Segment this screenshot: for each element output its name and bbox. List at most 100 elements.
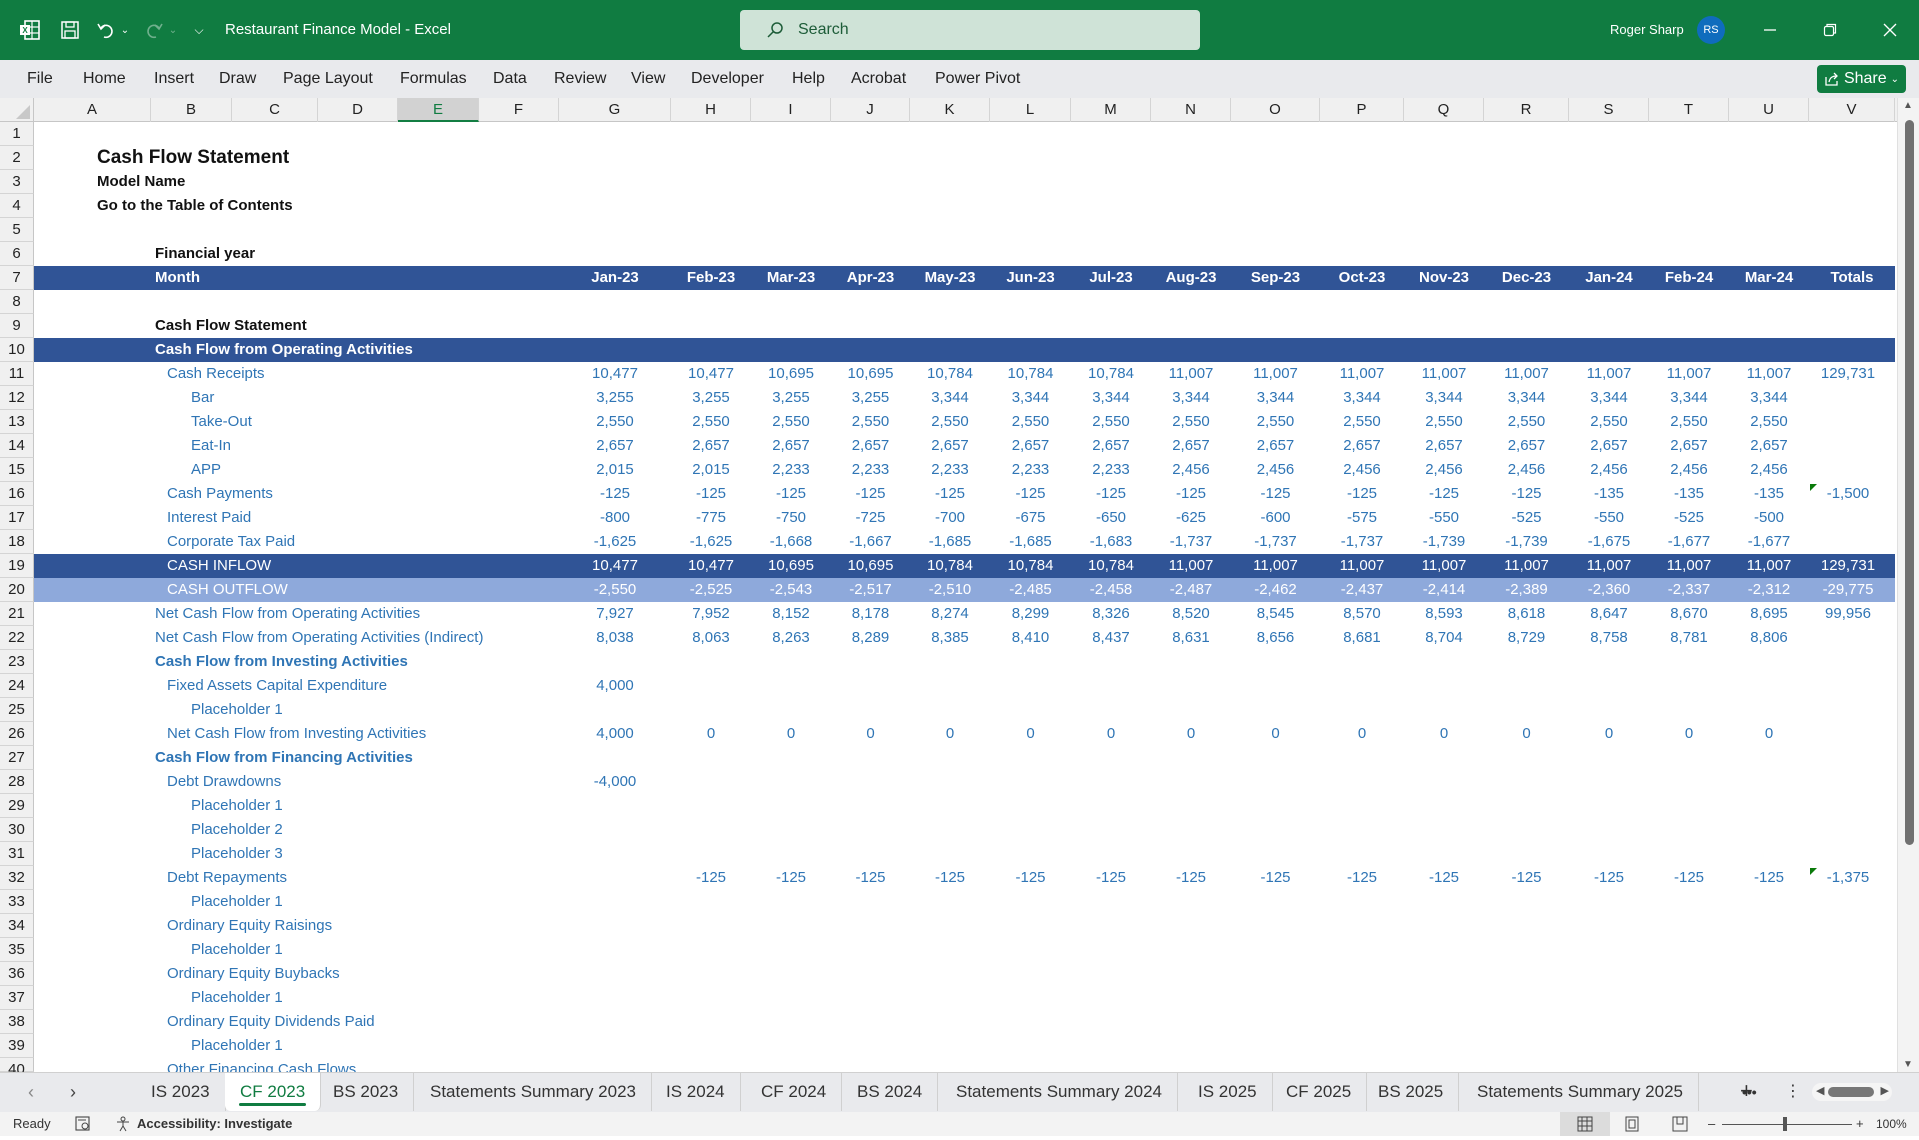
value-cell[interactable]: 8,593 xyxy=(1404,602,1484,626)
value-cell[interactable]: -125 xyxy=(1484,482,1569,506)
row-header-16[interactable]: 16 xyxy=(0,482,34,506)
tab-view[interactable]: View xyxy=(631,60,665,98)
row-header-23[interactable]: 23 xyxy=(0,650,34,674)
column-header-j[interactable]: J xyxy=(831,98,910,122)
row-header-30[interactable]: 30 xyxy=(0,818,34,842)
sheet-tab-bs-2025[interactable]: BS 2025 xyxy=(1363,1073,1460,1111)
select-all-corner[interactable] xyxy=(0,98,34,122)
column-header-h[interactable]: H xyxy=(671,98,751,122)
value-cell[interactable]: 3,255 xyxy=(751,386,831,410)
row-header-22[interactable]: 22 xyxy=(0,626,34,650)
row-header-35[interactable]: 35 xyxy=(0,938,34,962)
share-button[interactable]: Share ⌄ xyxy=(1817,65,1906,93)
value-cell[interactable]: 8,647 xyxy=(1569,602,1649,626)
value-cell[interactable]: 7,927 xyxy=(559,602,671,626)
value-cell[interactable]: -125 xyxy=(1404,866,1484,890)
value-cell[interactable]: 0 xyxy=(751,722,831,746)
sheet-options-icon[interactable]: ⋮ xyxy=(1785,1080,1801,1104)
tab-acrobat[interactable]: Acrobat xyxy=(851,60,906,98)
value-cell[interactable]: -1,668 xyxy=(751,530,831,554)
zoom-level[interactable]: 100% xyxy=(1876,1112,1907,1136)
value-cell[interactable]: -2,525 xyxy=(671,578,751,602)
column-header-l[interactable]: L xyxy=(990,98,1071,122)
value-cell[interactable]: -2,458 xyxy=(1071,578,1151,602)
row-header-31[interactable]: 31 xyxy=(0,842,34,866)
value-cell[interactable]: -125 xyxy=(831,866,910,890)
value-cell[interactable]: 2,550 xyxy=(671,410,751,434)
value-cell[interactable]: 3,255 xyxy=(671,386,751,410)
customize-toolbar-icon[interactable]: ⌵ xyxy=(192,0,206,60)
value-cell[interactable]: 3,255 xyxy=(831,386,910,410)
sheet-tab-cf-2024[interactable]: CF 2024 xyxy=(746,1073,843,1111)
column-header-c[interactable]: C xyxy=(232,98,318,122)
value-cell[interactable]: 11,007 xyxy=(1649,554,1729,578)
value-cell[interactable]: -125 xyxy=(831,482,910,506)
value-cell[interactable]: -550 xyxy=(1569,506,1649,530)
value-cell[interactable]: 10,695 xyxy=(751,554,831,578)
value-cell[interactable]: 3,344 xyxy=(1320,386,1404,410)
value-cell[interactable]: -1,677 xyxy=(1729,530,1809,554)
column-header-n[interactable]: N xyxy=(1151,98,1231,122)
value-cell[interactable]: 10,784 xyxy=(910,554,990,578)
value-cell[interactable]: 2,657 xyxy=(1404,434,1484,458)
tab-page-layout[interactable]: Page Layout xyxy=(283,60,373,98)
sheet-tab-is-2024[interactable]: IS 2024 xyxy=(651,1073,741,1111)
value-cell[interactable]: 10,477 xyxy=(559,362,671,386)
tab-developer[interactable]: Developer xyxy=(691,60,764,98)
value-cell[interactable]: -125 xyxy=(1231,482,1320,506)
value-cell[interactable]: 2,233 xyxy=(1071,458,1151,482)
restore-icon[interactable] xyxy=(1810,0,1850,60)
value-cell[interactable]: 2,233 xyxy=(751,458,831,482)
row-header-17[interactable]: 17 xyxy=(0,506,34,530)
value-cell[interactable]: 2,550 xyxy=(1404,410,1484,434)
column-header-t[interactable]: T xyxy=(1649,98,1729,122)
value-cell[interactable]: -625 xyxy=(1151,506,1231,530)
value-cell[interactable]: 2,456 xyxy=(1569,458,1649,482)
total-cell[interactable]: 129,731 xyxy=(1809,554,1887,578)
tab-insert[interactable]: Insert xyxy=(154,60,194,98)
value-cell[interactable]: 11,007 xyxy=(1649,362,1729,386)
zoom-out-button[interactable]: – xyxy=(1708,1112,1715,1136)
row-header-1[interactable]: 1 xyxy=(0,122,34,146)
sheet-tab-statements-summary-2024[interactable]: Statements Summary 2024 xyxy=(941,1073,1178,1111)
value-cell[interactable]: 0 xyxy=(1569,722,1649,746)
value-cell[interactable]: 8,670 xyxy=(1649,602,1729,626)
redo-dropdown-icon[interactable]: ⌄ xyxy=(167,0,179,60)
value-cell[interactable]: -2,543 xyxy=(751,578,831,602)
value-cell[interactable]: -700 xyxy=(910,506,990,530)
macro-recorder-icon[interactable] xyxy=(75,1112,91,1136)
value-cell[interactable]: -1,667 xyxy=(831,530,910,554)
value-cell[interactable]: 0 xyxy=(1151,722,1231,746)
value-cell[interactable]: 8,520 xyxy=(1151,602,1231,626)
value-cell[interactable]: 2,456 xyxy=(1231,458,1320,482)
value-cell[interactable]: -2,510 xyxy=(910,578,990,602)
value-cell[interactable]: 11,007 xyxy=(1231,554,1320,578)
value-cell[interactable]: 0 xyxy=(831,722,910,746)
sheet-tab-cf-2023[interactable]: CF 2023 xyxy=(225,1073,322,1111)
value-cell[interactable]: 2,657 xyxy=(1484,434,1569,458)
scroll-down-icon[interactable]: ▼ xyxy=(1903,1059,1913,1070)
row-header-9[interactable]: 9 xyxy=(0,314,34,338)
column-header-f[interactable]: F xyxy=(479,98,559,122)
row-header-6[interactable]: 6 xyxy=(0,242,34,266)
value-cell[interactable]: 3,344 xyxy=(910,386,990,410)
value-cell[interactable]: 2,456 xyxy=(1484,458,1569,482)
column-header-i[interactable]: I xyxy=(751,98,831,122)
value-cell[interactable]: 2,657 xyxy=(1231,434,1320,458)
value-cell[interactable]: 2,550 xyxy=(1569,410,1649,434)
value-cell[interactable]: -800 xyxy=(559,506,671,530)
vertical-scrollbar[interactable]: ▲ ▼ xyxy=(1897,98,1919,1072)
row-header-14[interactable]: 14 xyxy=(0,434,34,458)
tab-power-pivot[interactable]: Power Pivot xyxy=(935,60,1020,98)
value-cell[interactable]: -125 xyxy=(910,482,990,506)
value-cell[interactable]: -600 xyxy=(1231,506,1320,530)
value-cell[interactable]: 2,550 xyxy=(1151,410,1231,434)
value-cell[interactable]: 8,437 xyxy=(1071,626,1151,650)
value-cell[interactable]: -2,487 xyxy=(1151,578,1231,602)
horizontal-scrollbar[interactable]: ◀ ▶ xyxy=(1812,1083,1892,1101)
value-cell[interactable]: 2,657 xyxy=(751,434,831,458)
value-cell[interactable]: 3,344 xyxy=(1649,386,1729,410)
value-cell[interactable]: 11,007 xyxy=(1484,554,1569,578)
value-cell[interactable]: 10,477 xyxy=(559,554,671,578)
value-cell[interactable]: 11,007 xyxy=(1404,362,1484,386)
